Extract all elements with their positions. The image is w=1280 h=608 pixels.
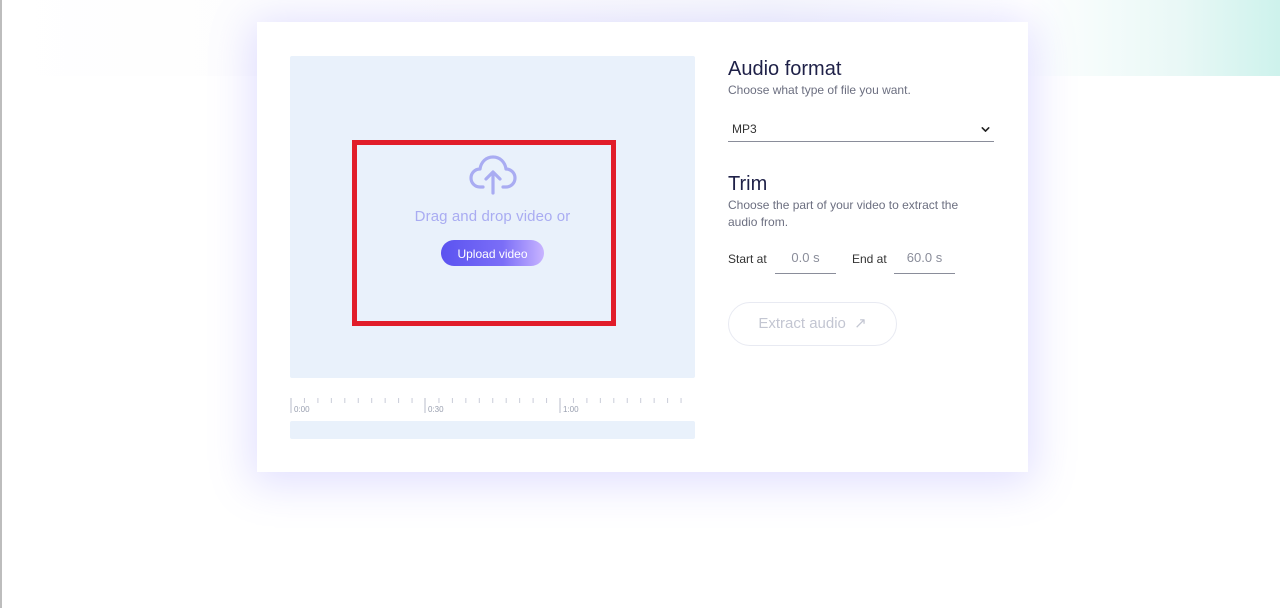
settings-panel: Audio format Choose what type of file yo… [728, 56, 994, 346]
audio-format-select[interactable]: MP3 [728, 118, 994, 142]
extract-audio-button[interactable]: Extract audio ↗ [728, 302, 897, 346]
timeline-label-end: 1:00 [563, 405, 579, 414]
page: Drag and drop video or Upload video 0:00… [0, 0, 1280, 608]
end-at-input[interactable]: 60.0 s [894, 244, 955, 274]
timeline-ruler: 0:00 0:30 1:00 [290, 396, 695, 416]
audio-format-subtitle: Choose what type of file you want. [728, 83, 911, 97]
highlight-box [352, 140, 616, 326]
chevron-down-icon [981, 127, 990, 132]
extract-audio-label: Extract audio [758, 315, 846, 332]
converter-card: Drag and drop video or Upload video 0:00… [257, 22, 1028, 472]
timeline-ticks [290, 398, 682, 413]
audio-format-value: MP3 [732, 122, 757, 136]
timeline-label-mid: 0:30 [428, 405, 444, 414]
timeline-label-start: 0:00 [294, 405, 310, 414]
trim-title: Trim [728, 173, 768, 195]
arrow-up-right-icon: ↗ [854, 315, 867, 332]
trim-fields: Start at 0.0 s End at 60.0 s [728, 244, 994, 276]
audio-format-title: Audio format [728, 58, 842, 80]
start-at-label: Start at [728, 252, 767, 266]
timeline-track[interactable] [290, 421, 695, 439]
trim-subtitle: Choose the part of your video to extract… [728, 198, 959, 229]
end-at-label: End at [852, 252, 887, 266]
start-at-input[interactable]: 0.0 s [775, 244, 836, 274]
